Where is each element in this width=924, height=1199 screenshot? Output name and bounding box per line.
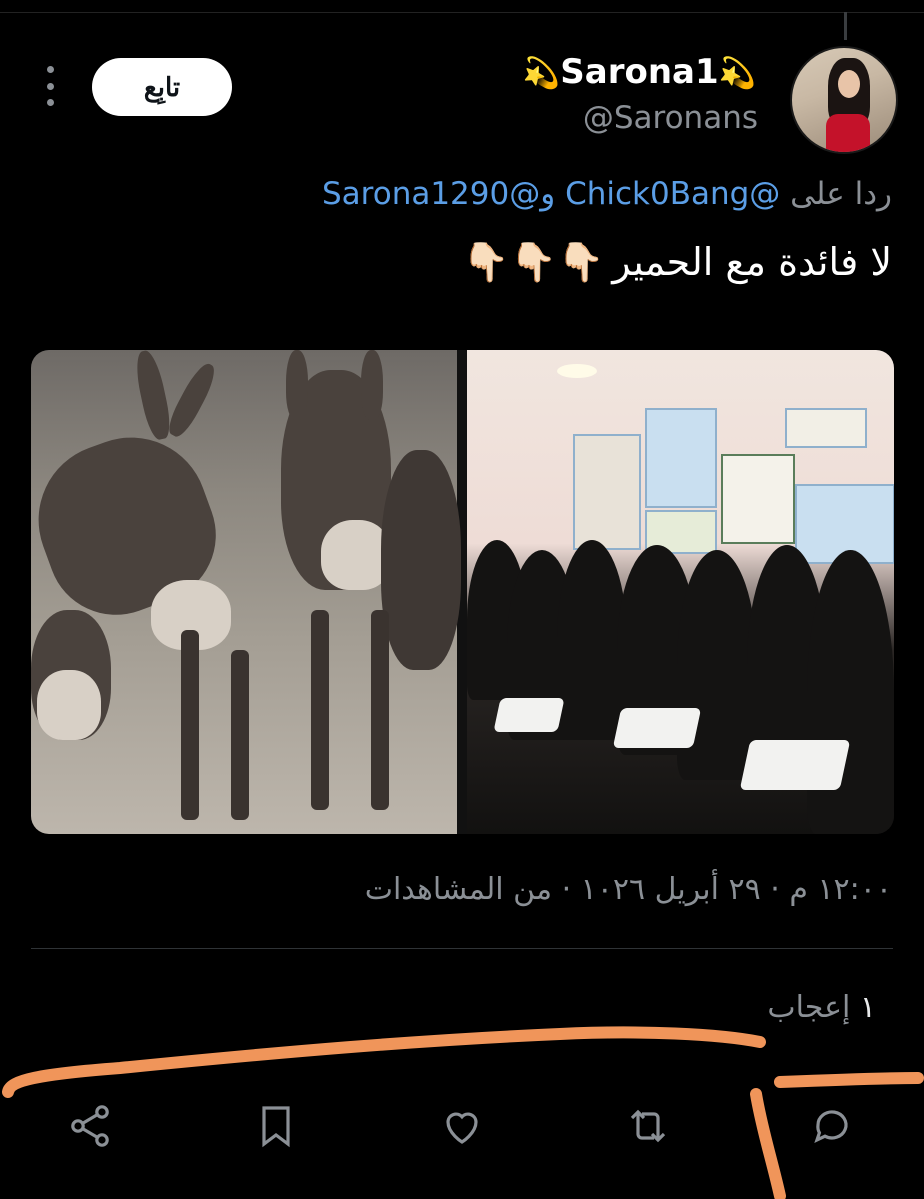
tweet-media[interactable] bbox=[31, 350, 894, 834]
classroom-image[interactable] bbox=[467, 350, 894, 834]
follow-button[interactable]: تابِع bbox=[92, 58, 232, 116]
reply-to-line: ردا على @Chick0Bang و@Sarona1290 bbox=[322, 176, 892, 212]
divider bbox=[31, 948, 893, 949]
mention-link[interactable]: @Chick0Bang bbox=[565, 176, 780, 212]
thread-line bbox=[844, 12, 847, 40]
likes-label: إعجاب bbox=[767, 990, 851, 1025]
user-handle[interactable]: @Saronans bbox=[583, 100, 758, 136]
pointing-down-icon: 👇🏻👇🏻👇🏻 bbox=[462, 240, 605, 284]
bookmark-icon[interactable] bbox=[250, 1100, 302, 1152]
reply-icon[interactable] bbox=[806, 1100, 858, 1152]
mention-link[interactable]: @Sarona1290 bbox=[322, 176, 540, 212]
share-icon[interactable] bbox=[64, 1100, 116, 1152]
sparkle-icon: 💫 bbox=[522, 56, 561, 91]
retweet-icon[interactable] bbox=[622, 1100, 674, 1152]
avatar[interactable] bbox=[790, 46, 898, 154]
likes-count[interactable]: ١ إعجاب bbox=[767, 990, 876, 1025]
like-icon[interactable] bbox=[436, 1100, 488, 1152]
likes-number: ١ bbox=[859, 990, 876, 1025]
tweet-text: لا فائدة مع الحمير👇🏻👇🏻👇🏻 bbox=[462, 240, 892, 284]
donkeys-image[interactable] bbox=[31, 350, 461, 834]
tweet-timestamp[interactable]: ١٢:٠٠ م · ٢٩ أبريل ١٠٢٦ · من المشاهدات bbox=[365, 872, 892, 907]
display-name[interactable]: 💫Sarona1💫 bbox=[523, 52, 756, 92]
reply-prefix: ردا على bbox=[790, 176, 892, 212]
more-icon[interactable] bbox=[44, 66, 56, 106]
mention-conjunction: و bbox=[540, 176, 556, 212]
top-divider bbox=[0, 12, 924, 13]
sparkle-icon: 💫 bbox=[718, 56, 756, 91]
